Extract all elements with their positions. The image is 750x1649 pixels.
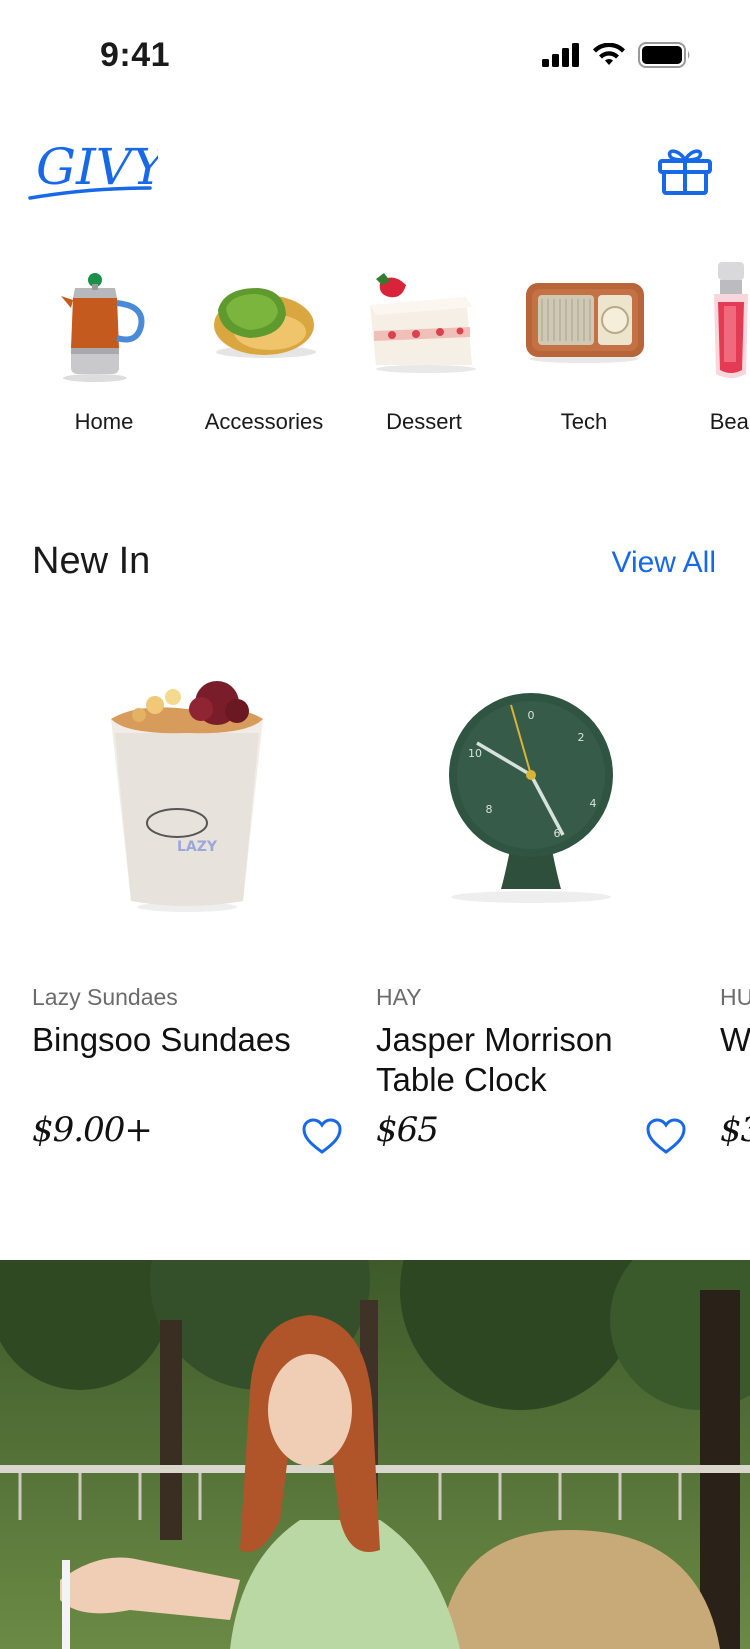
product-name: Jasper Morrison Table Clock xyxy=(376,1021,613,1098)
givy-logo: GIVY xyxy=(28,138,169,200)
section-title: New In xyxy=(32,540,151,582)
status-icons xyxy=(542,42,692,68)
battery-icon xyxy=(638,42,690,68)
category-label: Accessories xyxy=(204,409,324,434)
clock-image: 0 2 4 6 8 10 xyxy=(376,650,686,940)
hero-banner-image[interactable] xyxy=(0,1260,750,1649)
new-in-header: New In View All xyxy=(32,540,716,590)
category-beauty[interactable]: Beauty xyxy=(664,255,750,435)
product-name: Bingsoo Sundaes xyxy=(32,1021,291,1058)
product-card[interactable]: 0 2 4 6 8 10 HAY Jasper Morrison Table C… xyxy=(376,650,686,1180)
category-home[interactable]: Home xyxy=(24,255,184,435)
svg-text:2: 2 xyxy=(578,731,585,744)
category-carousel[interactable]: Home Accessories Dessert Tech Bea xyxy=(0,255,750,455)
category-tech[interactable]: Tech xyxy=(504,255,664,435)
product-carousel[interactable]: LAZY Lazy Sundaes Bingsoo Sundaes $9.00+… xyxy=(0,650,750,1190)
product-brand: HAY xyxy=(376,984,422,1010)
ring-icon xyxy=(199,255,329,385)
lipgloss-icon xyxy=(679,255,750,385)
category-label: Dessert xyxy=(386,409,462,434)
product-price: $9.00+ xyxy=(32,1110,153,1150)
product-price: $3 xyxy=(720,1110,750,1150)
cake-icon xyxy=(359,255,489,385)
product-card[interactable]: LAZY Lazy Sundaes Bingsoo Sundaes $9.00+ xyxy=(32,650,342,1180)
svg-text:0: 0 xyxy=(528,709,535,722)
gift-button[interactable] xyxy=(654,140,716,202)
view-all-link[interactable]: View All xyxy=(611,546,716,580)
sundae-image: LAZY xyxy=(32,650,342,940)
logo[interactable]: GIVY xyxy=(28,132,169,209)
cellular-signal-icon xyxy=(542,43,579,67)
svg-text:4: 4 xyxy=(590,797,597,810)
header: GIVY xyxy=(0,120,750,220)
product-image xyxy=(720,650,750,940)
svg-text:8: 8 xyxy=(486,803,493,816)
svg-text:LAZY: LAZY xyxy=(177,839,218,855)
gift-icon xyxy=(658,149,712,195)
status-bar: 9:41 xyxy=(0,0,750,120)
status-time: 9:41 xyxy=(100,36,171,74)
category-accessories[interactable]: Accessories xyxy=(184,255,344,435)
svg-text:10: 10 xyxy=(468,747,482,760)
product-price: $65 xyxy=(376,1110,439,1150)
kettle-icon xyxy=(39,255,169,385)
product-name: Wa Ta xyxy=(720,1021,750,1058)
heart-icon[interactable] xyxy=(646,1118,686,1156)
product-card[interactable]: HU Wa Ta $3 xyxy=(720,650,750,1180)
category-label: Tech xyxy=(560,409,608,434)
heart-icon[interactable] xyxy=(302,1118,342,1156)
product-brand: HU xyxy=(720,984,750,1010)
radio-icon xyxy=(519,255,649,385)
wifi-icon xyxy=(593,43,625,65)
category-label: Home xyxy=(74,409,134,434)
category-dessert[interactable]: Dessert xyxy=(344,255,504,435)
hero-photo xyxy=(0,1260,750,1649)
category-label: Beauty xyxy=(709,409,750,434)
product-brand: Lazy Sundaes xyxy=(32,984,178,1010)
